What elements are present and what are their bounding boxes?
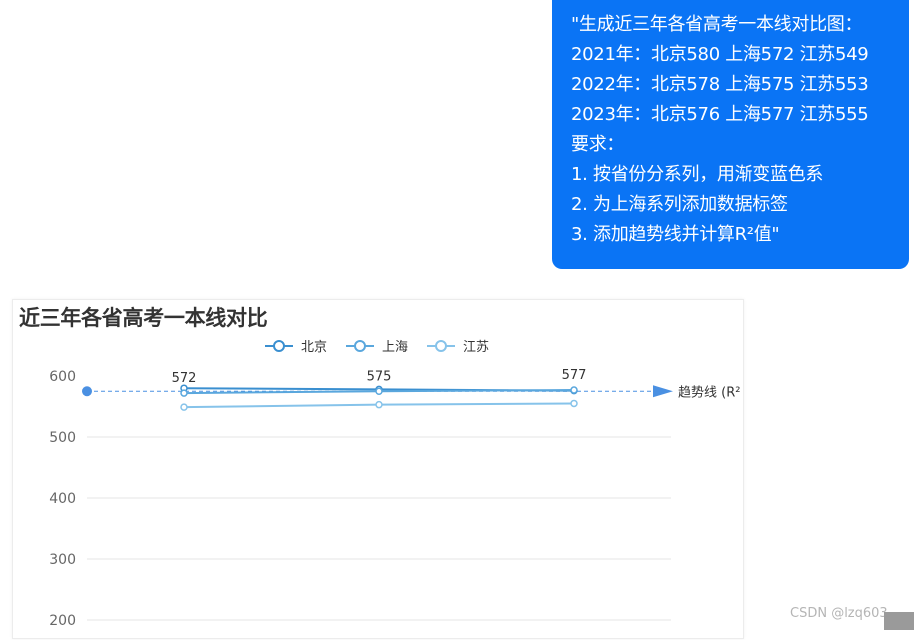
y-tick-label: 200 [49,613,76,629]
data-label: 577 [562,368,587,383]
prompt-line: 要求： [571,134,625,155]
y-tick-label: 600 [49,369,76,385]
data-point [180,403,188,411]
trendline-arrow [653,385,673,398]
watermark: CSDN @lzq603 [790,606,888,621]
chart-card: 近三年各省高考一本线对比 600 500 400 300 200 北京 上海 江苏 趋势线 (R… [12,299,744,639]
trendline-start-marker [82,386,92,397]
trendline-label: 趋势线 (R² [678,384,740,400]
legend-swatch-marker [435,340,447,352]
data-point [375,400,383,409]
data-point [375,387,383,395]
corner-tab [884,612,914,630]
data-point [180,389,188,397]
prompt-line: 2. 为上海系列添加数据标签 [571,194,788,215]
legend-label: 江苏 [463,339,489,355]
prompt-line: 2022年：北京578 上海575 江苏553 [571,74,869,95]
legend-label: 北京 [301,340,327,355]
prompt-line: 1. 按省份分系列，用渐变蓝色系 [571,164,824,185]
data-point [570,386,578,394]
prompt-line: 3. 添加趋势线并计算R²值" [571,224,780,245]
legend-label: 上海 [382,340,408,355]
y-tick-label: 300 [49,552,76,568]
legend-swatch-marker [273,340,285,352]
y-tick-label: 400 [49,491,76,507]
prompt-message-bubble: "生成近三年各省高考一本线对比图： 2021年：北京580 上海572 江苏54… [552,0,909,269]
prompt-line: 2023年：北京576 上海577 江苏555 [571,104,869,125]
data-point [570,399,578,408]
prompt-line: "生成近三年各省高考一本线对比图： [571,14,863,35]
legend-swatch-marker [354,340,366,352]
prompt-line: 2021年：北京580 上海572 江苏549 [571,44,869,65]
data-label: 572 [172,371,197,386]
y-tick-label: 500 [49,430,76,446]
data-label: 575 [367,369,392,384]
line-chart: 600 500 400 300 200 北京 上海 江苏趋势线 (R² 572 575 577 [49,339,740,629]
